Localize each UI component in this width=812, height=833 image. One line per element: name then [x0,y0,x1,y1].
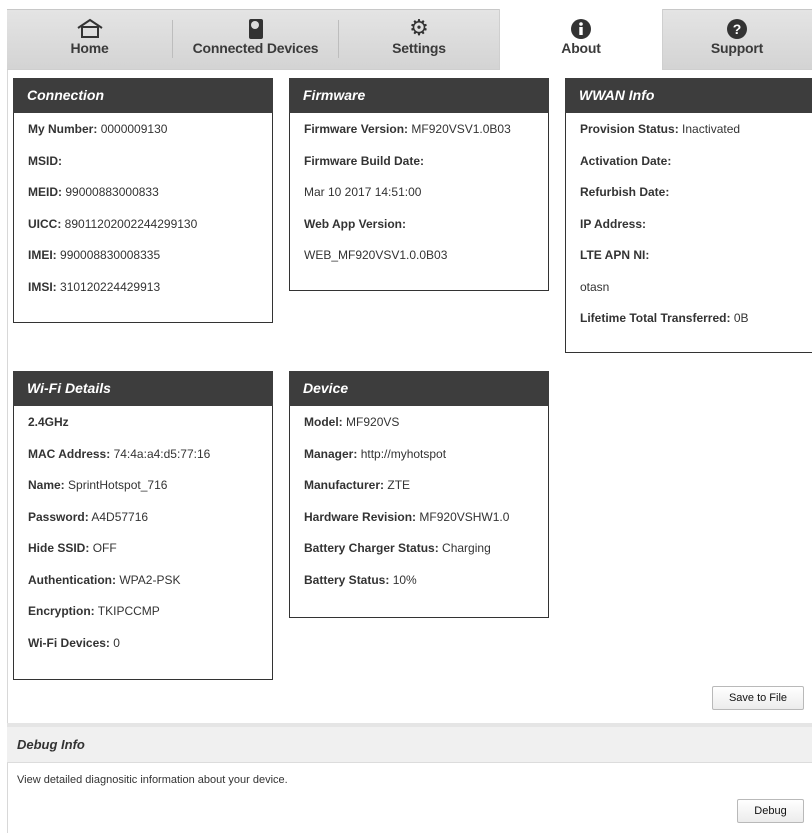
firmware-panel: Firmware Firmware Version: MF920VSV1.0B0… [289,78,549,291]
firmware-title: Firmware [289,78,549,113]
tab-about[interactable]: About [499,9,663,70]
info-row: MAC Address: 74:4a:a4:d5:77:16 [28,446,211,461]
tab-settings[interactable]: ⚙ Settings [339,9,499,70]
info-row: My Number: 0000009130 [28,122,168,136]
help-icon: ? [726,18,748,45]
info-row: IMSI: 310120224429913 [28,279,161,294]
debug-button[interactable]: Debug [737,799,804,823]
info-row: otasn [580,279,610,294]
info-row: Lifetime Total Transferred: 0B [580,311,749,325]
info-row: IMEI: 990008830008335 [28,248,161,262]
connection-title: Connection [13,78,273,113]
info-row: Mar 10 2017 14:51:00 [304,185,422,199]
info-row: 2.4GHz [28,415,69,429]
info-row: Authentication: WPA2-PSK [28,572,181,587]
info-row: Encryption: TKIPCCMP [28,604,160,618]
svg-text:?: ? [733,21,742,37]
info-row: MEID: 99000883000833 [28,185,159,199]
debug-info-header: Debug Info [7,727,812,763]
info-row: Refurbish Date: [580,185,670,199]
wwan-info-title: WWAN Info [565,78,812,113]
info-row: Provision Status: Inactivated [580,122,741,136]
tab-connected-devices[interactable]: Connected Devices [173,9,338,70]
wifi-details-panel: Wi-Fi Details 2.4GHz MAC Address: 74:4a:… [13,371,273,680]
info-row: Manager: http://myhotspot [304,446,447,461]
info-row: Model: MF920VS [304,415,400,429]
info-row: Activation Date: [580,153,672,168]
device-icon [247,18,265,45]
info-row: Manufacturer: ZTE [304,478,411,492]
tab-support[interactable]: ? Support [662,9,812,70]
info-row: MSID: [28,153,62,168]
info-row: LTE APN NI: [580,248,650,262]
info-row: Firmware Version: MF920VSV1.0B03 [304,122,511,136]
info-row: Password: A4D57716 [28,509,149,524]
info-row: IP Address: [580,216,647,231]
debug-description: View detailed diagnositic information ab… [17,774,288,786]
wwan-info-panel: WWAN Info Provision Status: Inactivated … [565,78,812,353]
gear-icon: ⚙ [409,15,429,40]
info-row: UICC: 89011202002244299130 [28,216,198,231]
info-row: Firmware Build Date: [304,153,425,168]
info-row: Name: SprintHotspot_716 [28,478,168,492]
info-row: Hardware Revision: MF920VSHW1.0 [304,509,510,524]
tab-home[interactable]: Home [7,9,172,70]
info-row: Hide SSID: OFF [28,541,117,555]
info-row: Wi-Fi Devices: 0 [28,635,120,650]
connection-panel: Connection My Number: 0000009130 MSID: M… [13,78,273,323]
info-row: Battery Charger Status: Charging [304,541,491,555]
top-navigation: Home Connected Devices ⚙ Settings About [0,0,812,71]
device-title: Device [289,371,549,406]
debug-info-title: Debug Info [17,737,85,752]
device-panel: Device Model: MF920VS Manager: http://my… [289,371,549,618]
wifi-details-title: Wi-Fi Details [13,371,273,406]
info-icon [570,18,592,45]
info-row: Web App Version: [304,216,407,231]
save-to-file-button[interactable]: Save to File [712,686,804,710]
tab-settings-label: Settings [392,40,446,56]
info-row: WEB_MF920VSV1.0.0B03 [304,248,448,262]
info-row: Battery Status: 10% [304,572,417,587]
home-icon [76,18,104,43]
